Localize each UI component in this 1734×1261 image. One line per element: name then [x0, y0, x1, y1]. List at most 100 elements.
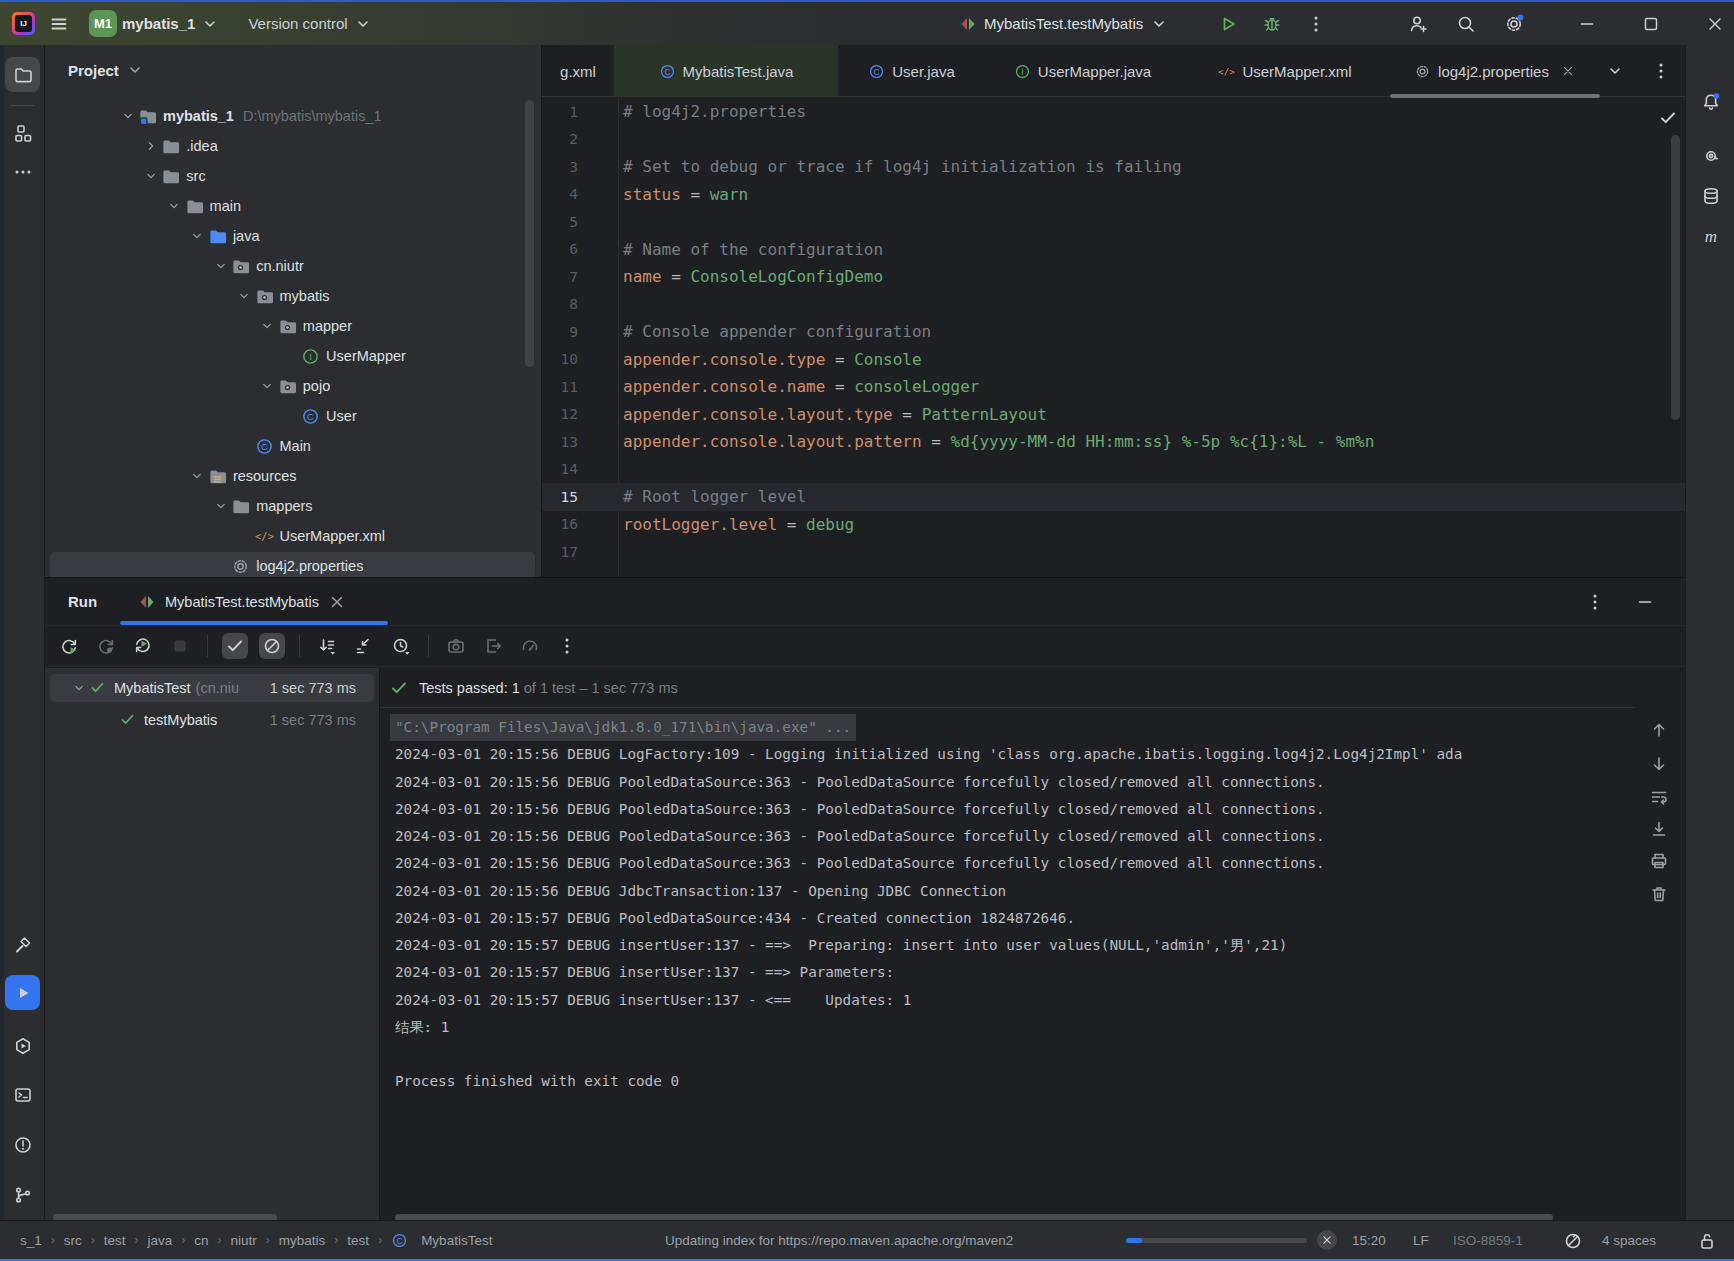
- snapshot-button[interactable]: [443, 633, 469, 659]
- code-editor[interactable]: 1# log4j2.properties23# Set to debug or …: [542, 98, 1685, 566]
- chevron-down-icon[interactable]: [140, 166, 161, 186]
- show-ignored-button[interactable]: [259, 633, 285, 659]
- status-message[interactable]: Updating index for https://repo.maven.ap…: [665, 1233, 1013, 1248]
- project-tree-item-src[interactable]: src: [45, 161, 541, 191]
- editor-tab-usermapper-java[interactable]: IUserMapper.java: [985, 45, 1180, 97]
- inspections-ok-icon[interactable]: [1658, 108, 1678, 131]
- project-tree-item-main[interactable]: main: [45, 191, 541, 221]
- tool-more-button[interactable]: [5, 154, 40, 189]
- tool-structure-button[interactable]: [5, 115, 40, 150]
- line-ending-indicator[interactable]: LF: [1413, 1233, 1429, 1248]
- project-tree-item-log4j2-properties[interactable]: log4j2.properties: [45, 551, 541, 577]
- breadcrumb-item[interactable]: s_1: [20, 1233, 42, 1248]
- stop-button[interactable]: [167, 633, 193, 659]
- breadcrumb-item[interactable]: test: [347, 1233, 369, 1248]
- project-tree-item-mybatis-1[interactable]: mybatis_1D:\mybatis\mybatis_1: [45, 101, 541, 131]
- chevron-down-icon[interactable]: [234, 286, 255, 306]
- collapse-all-button[interactable]: [351, 633, 377, 659]
- editor-tab-mybatistest-java[interactable]: CMybatisTest.java: [614, 45, 838, 97]
- sort-tests-button[interactable]: [314, 633, 340, 659]
- chevron-down-icon[interactable]: [210, 256, 231, 276]
- breadcrumb-item[interactable]: MybatisTest: [421, 1233, 492, 1248]
- breadcrumb-item[interactable]: java: [148, 1233, 173, 1248]
- cancel-indexing-icon[interactable]: [1317, 1230, 1337, 1250]
- project-tree-item-java[interactable]: java: [45, 221, 541, 251]
- file-lock-icon[interactable]: [1697, 1231, 1717, 1251]
- add-user-icon[interactable]: [1408, 14, 1428, 34]
- project-tree-item-mybatis[interactable]: mybatis: [45, 281, 541, 311]
- profiler-button[interactable]: [517, 633, 543, 659]
- editor-tab-log4j2-properties[interactable]: log4j2.properties: [1390, 45, 1600, 97]
- tool-problems-button[interactable]: [5, 1127, 40, 1162]
- soft-wrap-icon[interactable]: [1649, 787, 1669, 807]
- maven-icon[interactable]: m: [1693, 218, 1728, 253]
- export-test-results-button[interactable]: [480, 633, 506, 659]
- close-icon[interactable]: [327, 592, 347, 612]
- editor-tab-user-java[interactable]: CUser.java: [838, 45, 985, 97]
- toolbar-more-icon[interactable]: [554, 633, 580, 659]
- database-icon[interactable]: [1693, 178, 1728, 213]
- maximize-button[interactable]: [1641, 14, 1661, 34]
- breadcrumb-item[interactable]: test: [104, 1233, 126, 1248]
- hide-panel-icon[interactable]: [1635, 592, 1655, 612]
- more-actions-icon[interactable]: [1306, 14, 1326, 34]
- clear-all-icon[interactable]: [1649, 884, 1669, 904]
- run-configuration-widget[interactable]: MybatisTest.testMybatis: [958, 2, 1169, 45]
- prev-occurrence-icon[interactable]: [1649, 720, 1669, 740]
- breadcrumb-item[interactable]: mybatis: [279, 1233, 326, 1248]
- scroll-to-end-icon[interactable]: [1649, 819, 1669, 839]
- chevron-right-icon[interactable]: [140, 136, 161, 156]
- close-icon[interactable]: [1560, 63, 1576, 79]
- breadcrumb[interactable]: s_1›src›test›java›cn›niutr›mybatis›test›…: [0, 1232, 492, 1249]
- notifications-bell-icon[interactable]: [1693, 84, 1728, 119]
- project-tree-item-cn-niutr[interactable]: cn.niutr: [45, 251, 541, 281]
- tool-build-button[interactable]: [5, 927, 40, 962]
- rerun-button[interactable]: [56, 633, 82, 659]
- search-icon[interactable]: [1456, 14, 1476, 34]
- chevron-down-icon[interactable]: [210, 496, 231, 516]
- project-tree-item-main[interactable]: CMain: [45, 431, 541, 461]
- project-tree-item-mapper[interactable]: mapper: [45, 311, 541, 341]
- project-tree-item--idea[interactable]: .idea: [45, 131, 541, 161]
- settings-gear-icon[interactable]: [1504, 14, 1524, 34]
- chevron-down-icon[interactable]: [257, 376, 278, 396]
- project-tree-item-mappers[interactable]: mappers: [45, 491, 541, 521]
- breadcrumb-item[interactable]: cn: [194, 1233, 208, 1248]
- project-tree-item-pojo[interactable]: pojo: [45, 371, 541, 401]
- chevron-down-icon[interactable]: [187, 466, 208, 486]
- debug-button[interactable]: [1262, 14, 1282, 34]
- console-output[interactable]: "C:\Program Files\Java\jdk1.8.0_171\bin\…: [381, 714, 1635, 1096]
- tool-git-button[interactable]: [5, 1177, 40, 1212]
- project-tree-item-usermapper-xml[interactable]: </>UserMapper.xml: [45, 521, 541, 551]
- project-tree-item-resources[interactable]: resources: [45, 461, 541, 491]
- print-icon[interactable]: [1649, 851, 1669, 871]
- chevron-down-icon[interactable]: [257, 316, 278, 336]
- project-panel-header[interactable]: Project: [45, 45, 541, 95]
- project-tree-item-user[interactable]: CUser: [45, 401, 541, 431]
- vcs-widget[interactable]: Version control: [248, 14, 372, 34]
- highlighting-level-icon[interactable]: [1563, 1231, 1583, 1251]
- hamburger-menu-icon[interactable]: [49, 14, 69, 34]
- tool-run-button[interactable]: [5, 975, 40, 1010]
- project-tree-scrollbar[interactable]: [525, 100, 534, 367]
- tab-options-icon[interactable]: [1651, 61, 1671, 81]
- chevron-down-icon[interactable]: [164, 196, 185, 216]
- hidden-tabs-icon[interactable]: [1605, 61, 1625, 81]
- chevron-down-icon[interactable]: [68, 678, 89, 698]
- rerun-failed-button[interactable]: [93, 633, 119, 659]
- chevron-down-icon[interactable]: [117, 106, 138, 126]
- project-tree-item-usermapper[interactable]: IUserMapper: [45, 341, 541, 371]
- run-panel-options-icon[interactable]: [1585, 592, 1605, 612]
- breadcrumb-item[interactable]: src: [64, 1233, 82, 1248]
- test-tree-item-testMybatis[interactable]: testMybatis1 sec 773 ms: [45, 705, 379, 735]
- editor-tab-usermapper-xml[interactable]: </>UserMapper.xml: [1180, 45, 1390, 97]
- tool-project-button[interactable]: [5, 57, 40, 92]
- encoding-indicator[interactable]: ISO-8859-1: [1453, 1233, 1523, 1248]
- test-tree-item-MybatisTest[interactable]: MybatisTest(cn.niu1 sec 773 ms: [45, 673, 379, 703]
- chevron-down-icon[interactable]: [187, 226, 208, 246]
- breadcrumb-item[interactable]: niutr: [231, 1233, 257, 1248]
- run-tab[interactable]: MybatisTest.testMybatis: [137, 578, 347, 625]
- toggle-auto-test-button[interactable]: [130, 633, 156, 659]
- editor-tab-g-xml[interactable]: g.xml: [542, 45, 614, 97]
- editor-scrollbar[interactable]: [1671, 135, 1680, 420]
